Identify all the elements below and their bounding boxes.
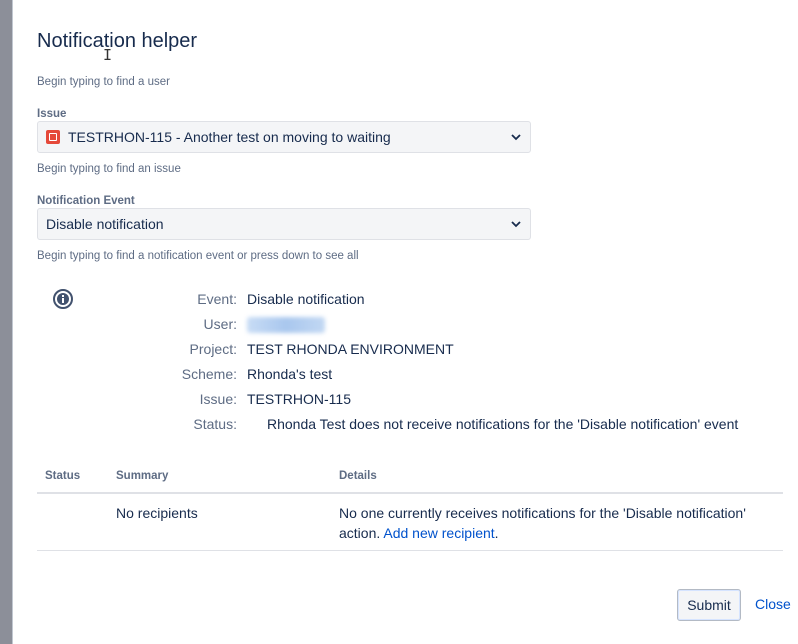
table-header-status: Status: [45, 470, 81, 482]
details-text-2: action.: [339, 525, 381, 541]
detail-user-value[interactable]: [247, 316, 325, 336]
table-header-details: Details: [339, 470, 377, 482]
event-hint: Begin typing to find a notification even…: [37, 250, 359, 262]
chevron-down-icon: [511, 134, 521, 141]
detail-label: Scheme:: [181, 366, 237, 382]
event-select-value: Disable notification: [46, 216, 164, 232]
submit-button[interactable]: Submit: [677, 589, 741, 621]
add-new-recipient-link[interactable]: Add new recipient: [383, 525, 494, 541]
detail-label: User:: [203, 316, 237, 332]
chevron-down-icon: [511, 221, 521, 228]
notification-helper-dialog: Notification helper I Begin typing to fi…: [12, 0, 798, 644]
text-cursor-icon: I: [103, 46, 113, 64]
table-row-summary: No recipients: [116, 505, 198, 521]
detail-event-value: Disable notification: [247, 291, 365, 307]
issue-select[interactable]: TESTRHON-115 - Another test on moving to…: [37, 121, 531, 153]
detail-user-row: User:: [13, 316, 798, 336]
detail-issue-row: Issue: TESTRHON-115: [13, 391, 798, 411]
table-header-divider: [37, 492, 783, 494]
scheme-link[interactable]: Rhonda's test: [247, 366, 332, 382]
detail-status-row: Status: Rhonda Test does not receive not…: [13, 416, 798, 436]
detail-scheme-row: Scheme: Rhonda's test: [13, 366, 798, 386]
detail-label: Issue:: [199, 391, 237, 407]
project-link[interactable]: TEST RHONDA ENVIRONMENT: [247, 341, 454, 357]
event-label: Notification Event: [37, 195, 135, 207]
details-end: .: [494, 525, 499, 541]
details-text: No one currently receives notifications …: [339, 505, 746, 521]
table-header-summary: Summary: [116, 470, 169, 482]
issue-hint: Begin typing to find an issue: [37, 163, 181, 175]
dialog-title: Notification helper: [37, 30, 198, 52]
issue-select-value: TESTRHON-115 - Another test on moving to…: [68, 129, 391, 145]
table-row-divider: [37, 550, 783, 551]
issue-link[interactable]: TESTRHON-115: [247, 391, 351, 407]
detail-status-value: Rhonda Test does not receive notificatio…: [267, 416, 739, 432]
detail-label: Project:: [189, 341, 237, 357]
issue-label: Issue: [37, 108, 67, 120]
page-backdrop: [0, 0, 12, 644]
issue-type-icon: [46, 130, 60, 144]
event-select[interactable]: Disable notification: [37, 208, 531, 240]
user-hint: Begin typing to find a user: [37, 76, 170, 88]
detail-label: Status:: [193, 416, 237, 432]
table-row-details: No one currently receives notifications …: [339, 503, 779, 543]
close-link[interactable]: Close: [755, 596, 791, 612]
detail-event-row: Event: Disable notification: [13, 291, 798, 311]
detail-project-row: Project: TEST RHONDA ENVIRONMENT: [13, 341, 798, 361]
detail-label: Event:: [197, 291, 237, 307]
redacted-user-name: [247, 317, 325, 333]
